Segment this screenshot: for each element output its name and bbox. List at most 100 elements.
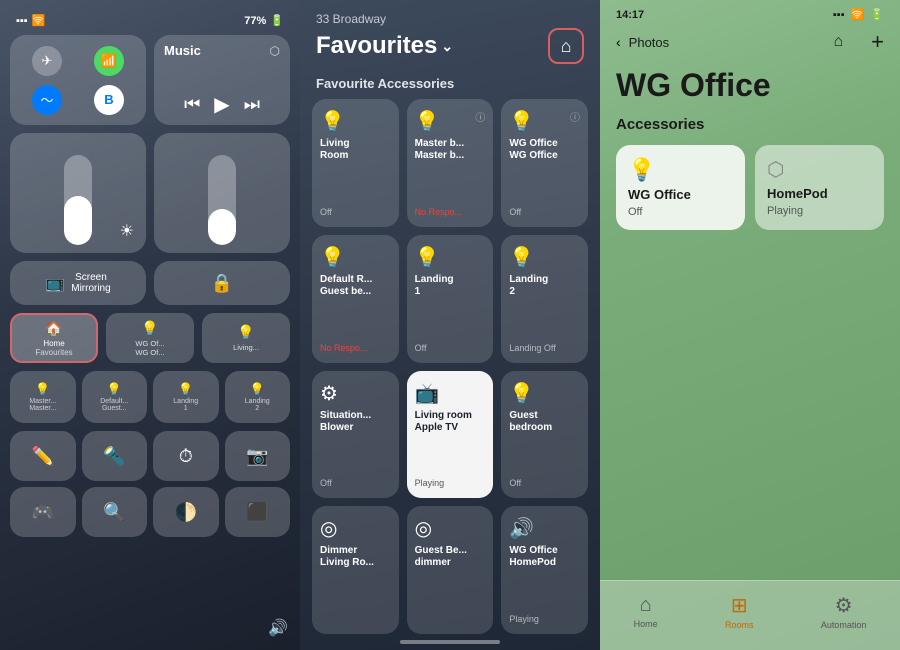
bulb-icon: 💡 (509, 245, 580, 270)
zoom-tile[interactable]: 🔍 (82, 487, 148, 537)
remote-tile[interactable]: 🎮 (10, 487, 76, 537)
wifi-toggle[interactable]: 〜 (18, 82, 76, 117)
landing2-fav-tile[interactable]: 💡 Landing2 Landing Off (501, 235, 588, 363)
edit-tile[interactable]: ✏️ (10, 431, 76, 481)
screen-mirror-icon: 📺 (45, 273, 65, 293)
living-label: Living... (233, 343, 259, 352)
p3-back-chevron: ‹ (616, 34, 621, 50)
screen-mirror-label: ScreenMirroring (71, 272, 110, 294)
default-tile[interactable]: 💡 Default...Guest... (82, 371, 148, 423)
screen-mirroring-tile[interactable]: 📺 ScreenMirroring (10, 261, 146, 305)
wg-office-panel: 14:17 ▪▪▪ 🛜 🔋 ‹ Photos ⌂ + WG Office Acc… (600, 0, 900, 650)
info-icon-2: ⓘ (570, 109, 580, 124)
home-app-icon-button[interactable]: ⌂ (548, 28, 584, 64)
dimmer-tile[interactable]: ◎ DimmerLiving Ro... (312, 506, 399, 634)
rooms-tab[interactable]: ⊞ Rooms (725, 593, 754, 630)
volume-icon: 🔊 (268, 618, 288, 638)
p3-back-label[interactable]: Photos (629, 35, 669, 50)
volume-slider[interactable] (208, 155, 236, 245)
prev-icon[interactable]: ⏮ (184, 94, 200, 115)
torch-tile[interactable]: 🔦 (82, 431, 148, 481)
camera-tile[interactable]: 📷 (225, 431, 291, 481)
brightness-tile[interactable]: ☀ (10, 133, 146, 253)
bulb-icon-1: 💡 (141, 320, 158, 337)
wg-office-acc-status: Off (628, 206, 733, 218)
dimmer-icon-2: ◎ (415, 516, 486, 541)
bulb-icon: 💡 (415, 245, 486, 270)
network-tile[interactable]: ✈ 📶 〜 B (10, 35, 146, 125)
p3-wifi-icon: 🛜 (851, 8, 865, 21)
bulb-icon: 💡 (415, 109, 440, 134)
music-tile[interactable]: Music ⬡ ⏮ ▶ ⏭ (154, 35, 290, 125)
bulb-icon-2: 💡 (237, 324, 254, 341)
living-room-tile[interactable]: 💡 LivingRoom Off (312, 99, 399, 227)
apple-tv-tile[interactable]: 📺 Living roomApple TV Playing (407, 371, 494, 499)
appletv-icon: 📺 (415, 381, 486, 406)
home-tile-label: HomeFavourites (35, 339, 72, 357)
automation-tab[interactable]: ⚙ Automation (821, 593, 867, 630)
bulb-icon: 💡 (320, 245, 391, 270)
default-label: Default...Guest... (100, 398, 128, 412)
p3-home-nav-icon[interactable]: ⌂ (833, 33, 843, 51)
wg-office-fav-tile[interactable]: 💡 ⓘ WG OfficeWG Office Off (501, 99, 588, 227)
home-favourites-panel: 33 Broadway Favourites ⌄ ⌂ Favourite Acc… (300, 0, 600, 650)
dimmer-icon: ◎ (320, 516, 391, 541)
wg-homepod-tile[interactable]: 🔊 WG OfficeHomePod Playing (501, 506, 588, 634)
landing2-tile[interactable]: 💡 Landing2 (225, 371, 291, 423)
home-tile[interactable]: 🏠 HomeFavourites (10, 313, 98, 363)
master-label: Master...Master... (29, 398, 56, 412)
blower-tile[interactable]: ⚙ Situation...Blower Off (312, 371, 399, 499)
homepod-acc-name: HomePod (767, 186, 872, 201)
speaker-icon: 🔊 (509, 516, 580, 541)
status-right: 77% 🔋 (244, 14, 284, 27)
homepod-tile[interactable]: ⬡ HomePod Playing (755, 145, 884, 230)
rooms-tab-icon: ⊞ (731, 593, 748, 618)
battery-icon: 🔋 (270, 14, 284, 27)
bulb-4: 💡 (107, 382, 122, 396)
default-guest-tile[interactable]: 💡 Default R...Guest be... No Respo... (312, 235, 399, 363)
battery-label: 77% (244, 15, 266, 27)
rooms-tab-label: Rooms (725, 620, 754, 630)
wgoffice-label: WG Of...WG Of... (135, 339, 164, 357)
signal-icon: ▪▪▪ (16, 15, 28, 27)
bulb-acc-icon: 💡 (628, 157, 733, 183)
p3-add-button[interactable]: + (871, 29, 884, 55)
master-tile[interactable]: 💡 Master...Master... (10, 371, 76, 423)
home-title[interactable]: Favourites ⌄ (316, 32, 453, 60)
bluetooth-toggle[interactable]: B (80, 82, 138, 117)
timer-tile[interactable]: ⏱ (153, 431, 219, 481)
bulb-3: 💡 (35, 382, 50, 396)
invert-tile[interactable]: 🌓 (153, 487, 219, 537)
status-bar: ▪▪▪ 🛜 77% 🔋 (10, 10, 290, 35)
bulb-icon: 💡 (320, 109, 391, 134)
music-controls[interactable]: ⏮ ▶ ⏭ (164, 92, 280, 117)
next-icon[interactable]: ⏭ (244, 94, 260, 115)
wgoffice-tile[interactable]: 💡 WG Of...WG Of... (106, 313, 194, 363)
p3-status-bar: 14:17 ▪▪▪ 🛜 🔋 (600, 0, 900, 25)
landing1-fav-tile[interactable]: 💡 Landing1 Off (407, 235, 494, 363)
wg-office-light-tile[interactable]: 💡 WG Office Off (616, 145, 745, 230)
qr-tile[interactable]: ⬛ (225, 487, 291, 537)
guest-bedroom-tile[interactable]: 💡 Guestbedroom Off (501, 371, 588, 499)
cellular-toggle[interactable]: 📶 (80, 43, 138, 78)
play-icon[interactable]: ▶ (214, 92, 229, 117)
accessories-grid: 💡 WG Office Off ⬡ HomePod Playing (616, 145, 884, 230)
p3-navigation[interactable]: ‹ Photos ⌂ + (600, 25, 900, 59)
orientation-lock-tile[interactable]: 🔒 (154, 261, 290, 305)
info-icon: ⓘ (475, 109, 485, 124)
accessories-section-label: Accessories (616, 116, 884, 133)
airplay-icon[interactable]: ⬡ (270, 44, 280, 58)
homepod-acc-status: Playing (767, 205, 872, 217)
guest-dimmer-tile[interactable]: ◎ Guest Be...dimmer (407, 506, 494, 634)
airplane-toggle[interactable]: ✈ (18, 43, 76, 78)
home-header: 33 Broadway Favourites ⌄ ⌂ (300, 0, 600, 72)
landing1-label: Landing1 (173, 398, 198, 412)
bulb-icon: 💡 (509, 109, 534, 134)
living-tile[interactable]: 💡 Living... (202, 313, 290, 363)
volume-tile[interactable]: 🔊 (154, 133, 290, 253)
brightness-slider[interactable] (64, 155, 92, 245)
home-tab[interactable]: ⌂ Home (634, 594, 658, 629)
landing1-tile[interactable]: 💡 Landing1 (153, 371, 219, 423)
master-bedroom-tile[interactable]: 💡 ⓘ Master b...Master b... No Respo... (407, 99, 494, 227)
control-center-panel: ▪▪▪ 🛜 77% 🔋 ✈ 📶 〜 B (0, 0, 300, 650)
